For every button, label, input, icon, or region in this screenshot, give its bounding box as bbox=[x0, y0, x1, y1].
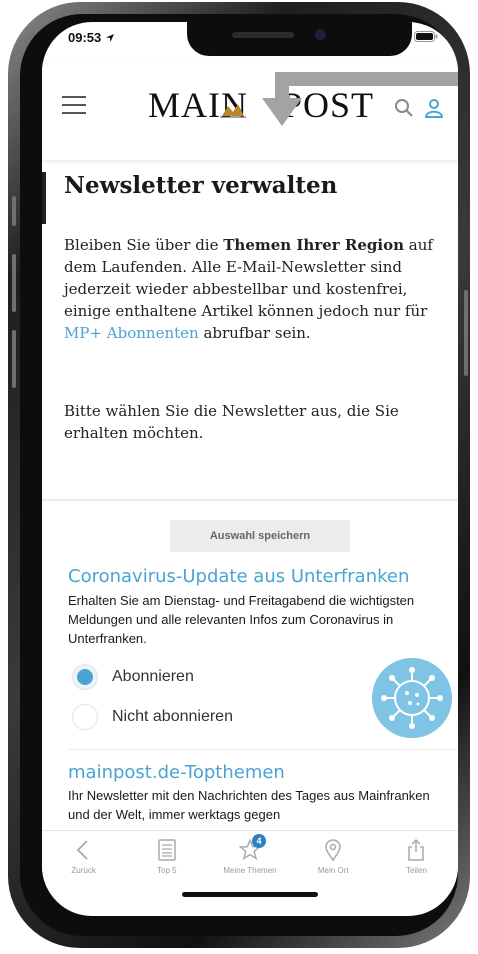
list-icon bbox=[158, 839, 176, 861]
page-title: Newsletter verwalten bbox=[64, 172, 338, 199]
status-time: 09:53 bbox=[68, 30, 115, 45]
mp-plus-link[interactable]: MP+ Abonnenten bbox=[64, 324, 199, 342]
newsletter-title[interactable]: Coronavirus-Update aus Unterfranken bbox=[68, 566, 409, 587]
phone-screen: 09:53 MAIN POST Newsletter verwalten Ble… bbox=[42, 22, 458, 916]
newsletter-description: Erhalten Sie am Dienstag- und Freitagabe… bbox=[68, 593, 415, 646]
tab-share[interactable]: Teilen bbox=[375, 831, 458, 887]
newsletter-divider bbox=[68, 749, 458, 750]
tab-my-topics[interactable]: 4 Meine Themen bbox=[208, 831, 291, 887]
mute-switch bbox=[12, 196, 16, 226]
tab-top-5[interactable]: Top 5 bbox=[125, 831, 208, 887]
instruction-text: Bitte wählen Sie die Newsletter aus, die… bbox=[64, 402, 399, 442]
notification-badge: 4 bbox=[252, 834, 266, 848]
notch bbox=[187, 22, 412, 56]
tab-back[interactable]: Zurück bbox=[42, 831, 125, 887]
volume-up-button bbox=[12, 254, 16, 312]
newsletter-title[interactable]: mainpost.de-Topthemen bbox=[68, 762, 285, 783]
radio-button-selected[interactable] bbox=[72, 664, 98, 690]
home-indicator[interactable] bbox=[182, 892, 318, 897]
radio-unsubscribe[interactable]: Nicht abonnieren bbox=[72, 704, 233, 730]
save-selection-button[interactable]: Auswahl speichern bbox=[170, 520, 350, 552]
power-button bbox=[464, 290, 468, 376]
newsletter-description: Ihr Newsletter mit den Nachrichten des T… bbox=[68, 788, 430, 822]
intro-text: Bleiben Sie über die Themen Ihrer Region… bbox=[64, 236, 433, 342]
location-arrow-icon bbox=[105, 34, 114, 42]
bottom-tab-bar: Zurück Top 5 4 Meine Themen Mein Ort Tei… bbox=[42, 830, 458, 887]
menu-icon[interactable] bbox=[62, 96, 86, 114]
coronavirus-icon bbox=[372, 658, 452, 738]
annotation-arrow-icon bbox=[262, 72, 458, 126]
share-icon bbox=[408, 838, 425, 861]
location-pin-icon bbox=[325, 839, 341, 862]
volume-down-button bbox=[12, 330, 16, 388]
radio-button[interactable] bbox=[72, 704, 98, 730]
section-divider bbox=[42, 499, 458, 501]
back-chevron-icon bbox=[76, 840, 88, 860]
radio-subscribe[interactable]: Abonnieren bbox=[72, 664, 194, 690]
tab-my-location[interactable]: Mein Ort bbox=[292, 831, 375, 887]
scroll-indicator bbox=[42, 172, 46, 224]
battery-icon bbox=[414, 31, 438, 42]
